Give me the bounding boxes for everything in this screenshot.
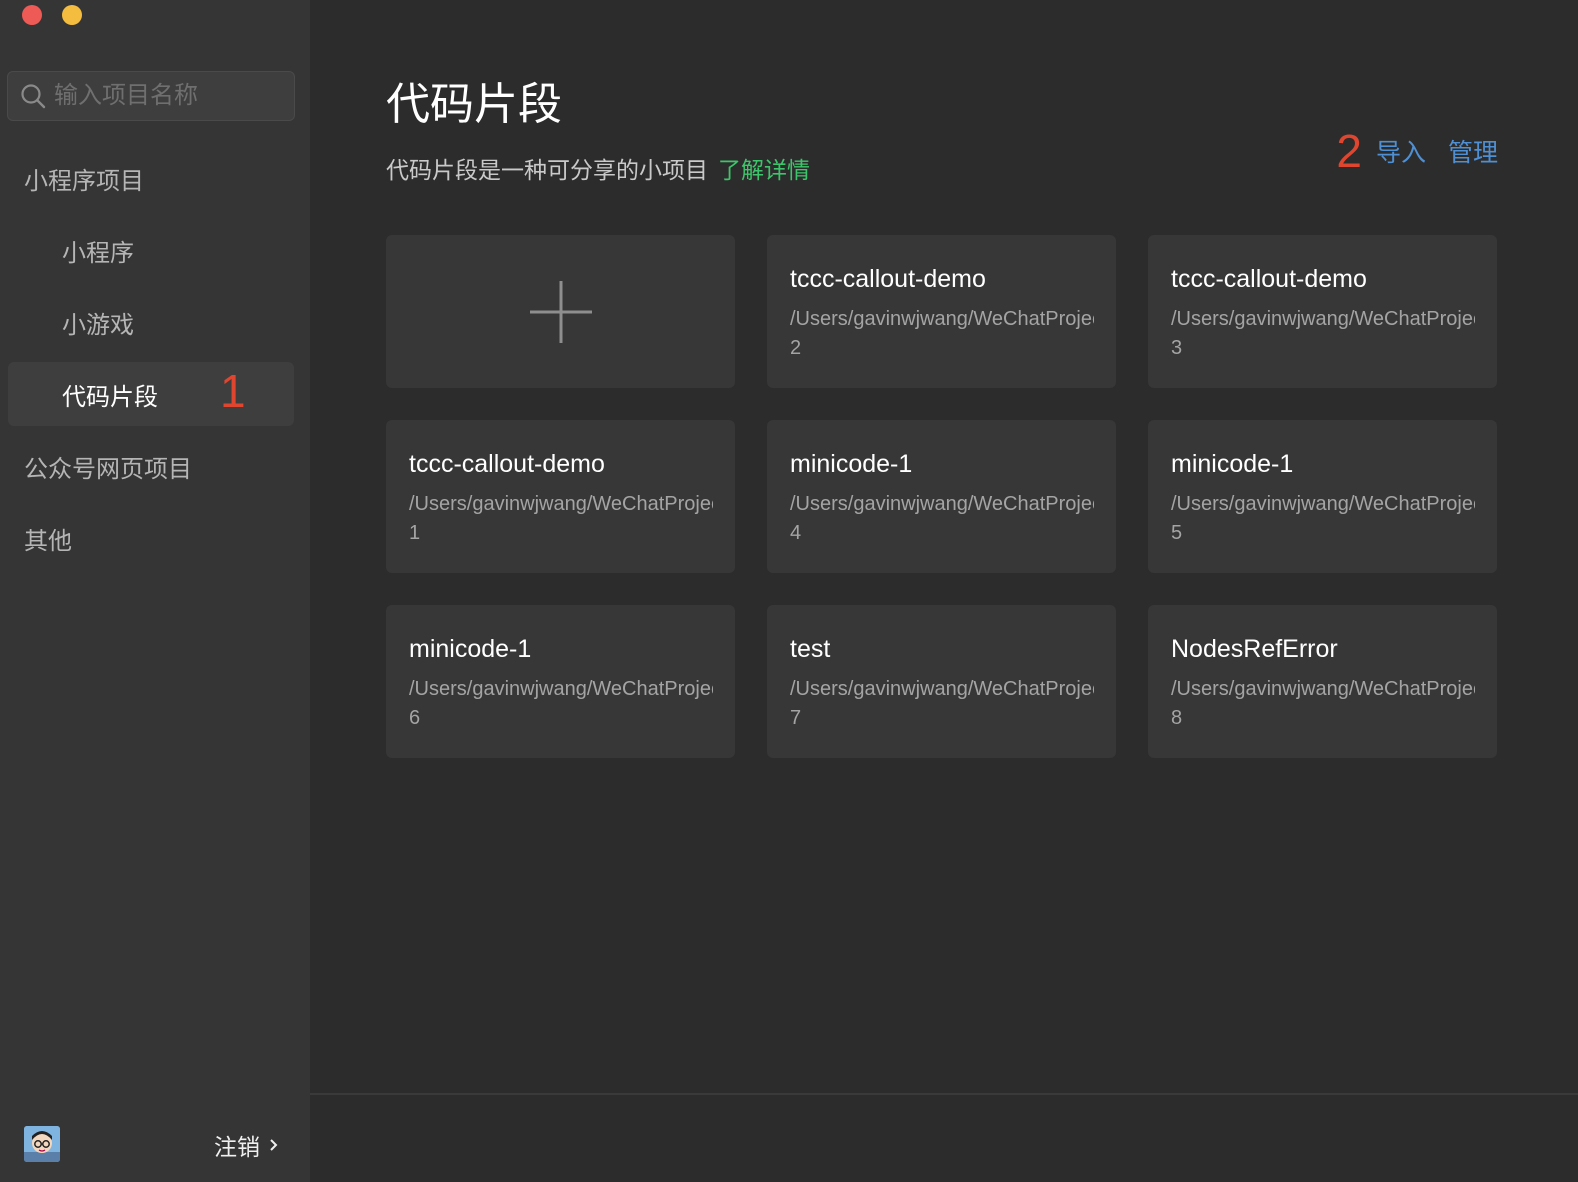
snippet-path: /Users/gavinwjwang/WeChatProjects xyxy=(1171,678,1475,700)
snippet-card[interactable]: tccc-callout-demo /Users/gavinwjwang/WeC… xyxy=(767,235,1116,388)
snippet-path: /Users/gavinwjwang/WeChatProjects xyxy=(409,678,713,700)
snippet-name: minicode-1 xyxy=(790,450,913,478)
snippet-card[interactable]: NodesRefError /Users/gavinwjwang/WeChatP… xyxy=(1148,605,1497,758)
snippet-card[interactable]: minicode-1 /Users/gavinwjwang/WeChatProj… xyxy=(386,605,735,758)
header-actions: 2 导入 管理 xyxy=(1336,124,1498,178)
snippet-number: 8 xyxy=(1171,707,1183,729)
snippet-number: 4 xyxy=(790,522,802,544)
search-box xyxy=(7,71,295,121)
avatar-image-icon xyxy=(24,1126,60,1162)
chevron-right-icon xyxy=(270,1139,278,1151)
sidebar-item-label: 公众号网页项目 xyxy=(24,455,192,483)
sidebar-item-official-account-web[interactable]: 公众号网页项目 xyxy=(8,434,294,498)
sidebar-item-other[interactable]: 其他 xyxy=(8,506,294,570)
description-text: 代码片段是一种可分享的小项目 xyxy=(386,157,708,183)
logout-label: 注销 xyxy=(214,1134,260,1160)
snippet-number: 7 xyxy=(790,707,802,729)
snippet-name: tccc-callout-demo xyxy=(790,265,986,293)
snippet-grid: tccc-callout-demo /Users/gavinwjwang/WeC… xyxy=(386,235,1497,758)
snippet-name: NodesRefError xyxy=(1171,635,1338,663)
learn-more-link[interactable]: 了解详情 xyxy=(718,157,810,183)
snippet-number: 3 xyxy=(1171,337,1183,359)
snippet-path: /Users/gavinwjwang/WeChatProjects xyxy=(790,493,1094,515)
sidebar-item-label: 小游戏 xyxy=(62,311,134,339)
plus-icon xyxy=(529,280,592,343)
snippet-path: /Users/gavinwjwang/WeChatProjects xyxy=(1171,493,1475,515)
sidebar: 小程序项目 小程序 小游戏 代码片段 1 公众号网页项目 其他 xyxy=(0,0,310,1182)
snippet-name: test xyxy=(790,635,831,663)
snippet-name: minicode-1 xyxy=(1171,450,1294,478)
snippet-number: 1 xyxy=(409,522,421,544)
snippet-number: 6 xyxy=(409,707,421,729)
snippet-path: /Users/gavinwjwang/WeChatProjects xyxy=(1171,308,1475,330)
snippet-card[interactable]: tccc-callout-demo /Users/gavinwjwang/WeC… xyxy=(1148,235,1497,388)
sidebar-item-miniprogram[interactable]: 小程序 xyxy=(8,218,294,282)
sidebar-item-miniprogram-projects[interactable]: 小程序项目 xyxy=(8,146,294,210)
snippet-card[interactable]: test /Users/gavinwjwang/WeChatProjects 7 xyxy=(767,605,1116,758)
snippet-path: /Users/gavinwjwang/WeChatProjects xyxy=(790,678,1094,700)
close-window-button[interactable] xyxy=(22,5,42,25)
sidebar-nav: 小程序项目 小程序 小游戏 代码片段 1 公众号网页项目 其他 xyxy=(0,146,310,578)
search-input[interactable] xyxy=(54,76,274,116)
search-icon xyxy=(21,84,46,109)
main-content: 代码片段 代码片段是一种可分享的小项目 了解详情 2 导入 管理 tccc-cal… xyxy=(310,0,1578,1182)
sidebar-item-label: 代码片段 xyxy=(62,383,158,411)
sidebar-item-code-snippets[interactable]: 代码片段 1 xyxy=(8,362,294,426)
sidebar-item-label: 小程序项目 xyxy=(24,167,144,195)
logout-button[interactable]: 注销 xyxy=(214,1128,280,1162)
snippet-path: /Users/gavinwjwang/WeChatProjects xyxy=(790,308,1094,330)
avatar[interactable] xyxy=(24,1126,60,1162)
sidebar-item-label: 其他 xyxy=(24,527,72,555)
minimize-window-button[interactable] xyxy=(62,5,82,25)
import-button[interactable]: 导入 xyxy=(1376,133,1426,169)
app-window: 小程序项目 小程序 小游戏 代码片段 1 公众号网页项目 其他 xyxy=(0,0,1578,1182)
sidebar-item-minigame[interactable]: 小游戏 xyxy=(8,290,294,354)
snippet-number: 5 xyxy=(1171,522,1183,544)
add-snippet-card[interactable] xyxy=(386,235,735,388)
snippet-card[interactable]: tccc-callout-demo /Users/gavinwjwang/WeC… xyxy=(386,420,735,573)
sidebar-footer: 注销 xyxy=(0,1096,310,1182)
snippet-card[interactable]: minicode-1 /Users/gavinwjwang/WeChatProj… xyxy=(767,420,1116,573)
snippet-number: 2 xyxy=(790,337,802,359)
page-description: 代码片段是一种可分享的小项目 了解详情 xyxy=(386,151,810,185)
annotation-marker: 1 xyxy=(220,365,246,417)
bottom-bar xyxy=(310,1093,1578,1182)
annotation-marker: 2 xyxy=(1336,125,1362,177)
snippet-name: tccc-callout-demo xyxy=(1171,265,1367,293)
snippet-path: /Users/gavinwjwang/WeChatProjects xyxy=(409,493,713,515)
sidebar-item-label: 小程序 xyxy=(62,239,134,267)
manage-button[interactable]: 管理 xyxy=(1448,133,1498,169)
snippet-card[interactable]: minicode-1 /Users/gavinwjwang/WeChatProj… xyxy=(1148,420,1497,573)
snippet-name: minicode-1 xyxy=(409,635,532,663)
window-controls xyxy=(22,5,82,25)
snippet-name: tccc-callout-demo xyxy=(409,450,605,478)
page-title: 代码片段 xyxy=(386,80,562,129)
